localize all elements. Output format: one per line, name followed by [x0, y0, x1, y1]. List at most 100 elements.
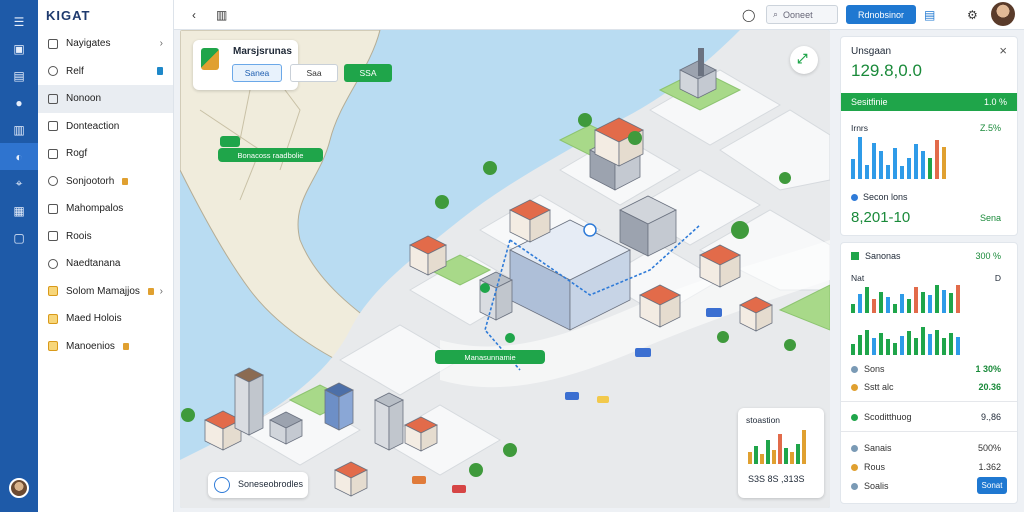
chart-bar	[872, 338, 876, 355]
apply-button[interactable]: Sonat	[977, 477, 1007, 494]
chart-bar	[949, 293, 953, 313]
user-icon[interactable]: ●	[0, 89, 38, 116]
list-item[interactable]: Sanais 500%	[851, 440, 1007, 456]
map-filter-button-1[interactable]: Sanea	[232, 64, 282, 82]
chart-bar	[886, 339, 890, 355]
map-filter-button-3[interactable]: SSA	[344, 64, 392, 82]
card2-sub-value: D	[994, 273, 1001, 283]
sidebar-item-label: Manoenios	[66, 340, 115, 352]
search-input[interactable]: ⌕ Ooneet	[766, 5, 838, 24]
map-view[interactable]: Marsjsrunas Sanea Saa SSA Bonacoss raadb…	[180, 30, 830, 508]
sidebar-item-label: Sonjootorh	[66, 175, 115, 187]
square-icon[interactable]: ▢	[0, 224, 38, 251]
chart-bar	[907, 331, 911, 355]
table-icon[interactable]: ▦	[0, 197, 38, 224]
row-label: Sstt alc	[864, 382, 894, 392]
bar-chart-1	[851, 137, 946, 179]
user-avatar[interactable]	[991, 2, 1015, 26]
grid-icon[interactable]: ▤	[0, 62, 38, 89]
sidebar-item-label: Relf	[66, 65, 84, 77]
dot-icon	[851, 365, 858, 373]
chart-icon[interactable]: ▥	[0, 116, 38, 143]
chart-bar	[935, 140, 939, 179]
chart-bar	[879, 333, 883, 355]
mini-bar	[760, 454, 764, 464]
list-label: Soalis	[864, 481, 889, 491]
dot-icon	[851, 413, 858, 421]
dot-icon	[851, 383, 858, 391]
map-logo-icon	[201, 48, 219, 70]
chart-bar	[879, 151, 883, 179]
row-value: 20.36	[978, 382, 1001, 392]
mini-chart-value: S3S 8S ,313S	[748, 474, 805, 484]
primary-action-button[interactable]: Rdnobsinor	[846, 5, 916, 24]
chart-bar	[921, 292, 925, 313]
chart-bar	[893, 148, 897, 179]
sidebar-item-label: Roois	[66, 230, 92, 242]
sidebar-item-12[interactable]: Manoenios	[38, 333, 173, 361]
sidebar-item-2[interactable]: Relf	[38, 58, 173, 86]
mini-bar	[784, 448, 788, 464]
panel-toggle-icon[interactable]: ▥	[216, 8, 227, 22]
chart-bar	[935, 285, 939, 313]
list-item[interactable]: Rous 1.362	[851, 459, 1007, 475]
route-label-tag[interactable]: Bonacoss raadbolie	[218, 148, 323, 162]
chart-bar	[928, 334, 932, 355]
chart-bar	[858, 294, 862, 313]
sidebar-item-11[interactable]: Maed Holois	[38, 305, 173, 333]
menu-icon[interactable]: ☰	[0, 8, 38, 35]
chart-bar	[900, 166, 904, 179]
map-filter-button-2[interactable]: Saa	[290, 64, 338, 82]
nav-icon	[48, 231, 58, 242]
secondary-value: 8,201-10	[851, 209, 911, 226]
shield-icon[interactable]: ◯	[742, 8, 755, 22]
nav-icon	[48, 203, 58, 214]
stat-row-1: Sons 1 30%	[851, 361, 1007, 377]
divider	[841, 401, 1017, 402]
map-icon[interactable]: ◐	[0, 143, 38, 170]
chart-bar	[865, 330, 869, 355]
inbox-icon[interactable]: ▣	[0, 35, 38, 62]
layers-icon[interactable]: ▤	[924, 8, 935, 22]
highlight-value: 1.0 %	[983, 97, 1007, 107]
nav-icon	[48, 176, 58, 187]
back-icon[interactable]: ‹	[192, 8, 196, 22]
sidebar-item-6[interactable]: Sonjootorh	[38, 168, 173, 196]
chart-bar	[851, 304, 855, 313]
chart-bar	[865, 287, 869, 313]
panel-header: Unsgaan	[851, 46, 892, 57]
sidebar-item-10[interactable]: Solom Mamajjos ›	[38, 278, 173, 306]
search-icon: ⌕	[773, 9, 779, 19]
secondary-label: Secon lons	[863, 192, 908, 202]
sidebar-item-7[interactable]: Mahompalos	[38, 195, 173, 223]
sidebar-item-9[interactable]: Naedtanana	[38, 250, 173, 278]
mini-bar	[790, 452, 794, 464]
sidebar-item-3[interactable]: Nonoon	[38, 85, 173, 113]
location-icon[interactable]: ⌖	[0, 170, 38, 197]
route-label-tag-2[interactable]: Manasunnamie	[435, 350, 545, 364]
stats-panel: Unsgaan × 129.8,0.0 Sesitfinie 1.0 % Irnr…	[840, 36, 1018, 236]
row-label: Sons	[864, 364, 885, 374]
avatar[interactable]	[9, 478, 29, 498]
sidebar-item-label: Nayigates	[66, 38, 111, 50]
chart-bar	[914, 338, 918, 355]
chart-bar	[851, 344, 855, 355]
card2-value: 300 %	[975, 251, 1001, 261]
chevron-right-icon: ›	[159, 38, 163, 50]
sidebar-item-5[interactable]: Rogf	[38, 140, 173, 168]
map-legend-chip[interactable]: Soneseobrodles	[208, 472, 308, 498]
close-icon[interactable]: ×	[999, 43, 1007, 58]
bottom-label: Soneseobrodles	[238, 479, 304, 489]
map-expand-button[interactable]: ⤢	[790, 46, 818, 74]
isometric-city-map[interactable]	[180, 30, 830, 508]
map-title: Marsjsrunas	[233, 46, 292, 57]
nav-icon	[48, 258, 58, 269]
row-value: 1 30%	[975, 364, 1001, 374]
sidebar-item-8[interactable]: Roois	[38, 223, 173, 251]
list-label: Rous	[864, 462, 886, 472]
stat-row-2: Sstt alc 20.36	[851, 379, 1007, 395]
stat-title: Scoditthuog	[864, 412, 912, 422]
settings-icon[interactable]: ⚙	[967, 8, 978, 22]
sidebar-item-4[interactable]: Donteaction	[38, 113, 173, 141]
sidebar-item-1[interactable]: Nayigates ›	[38, 30, 173, 58]
